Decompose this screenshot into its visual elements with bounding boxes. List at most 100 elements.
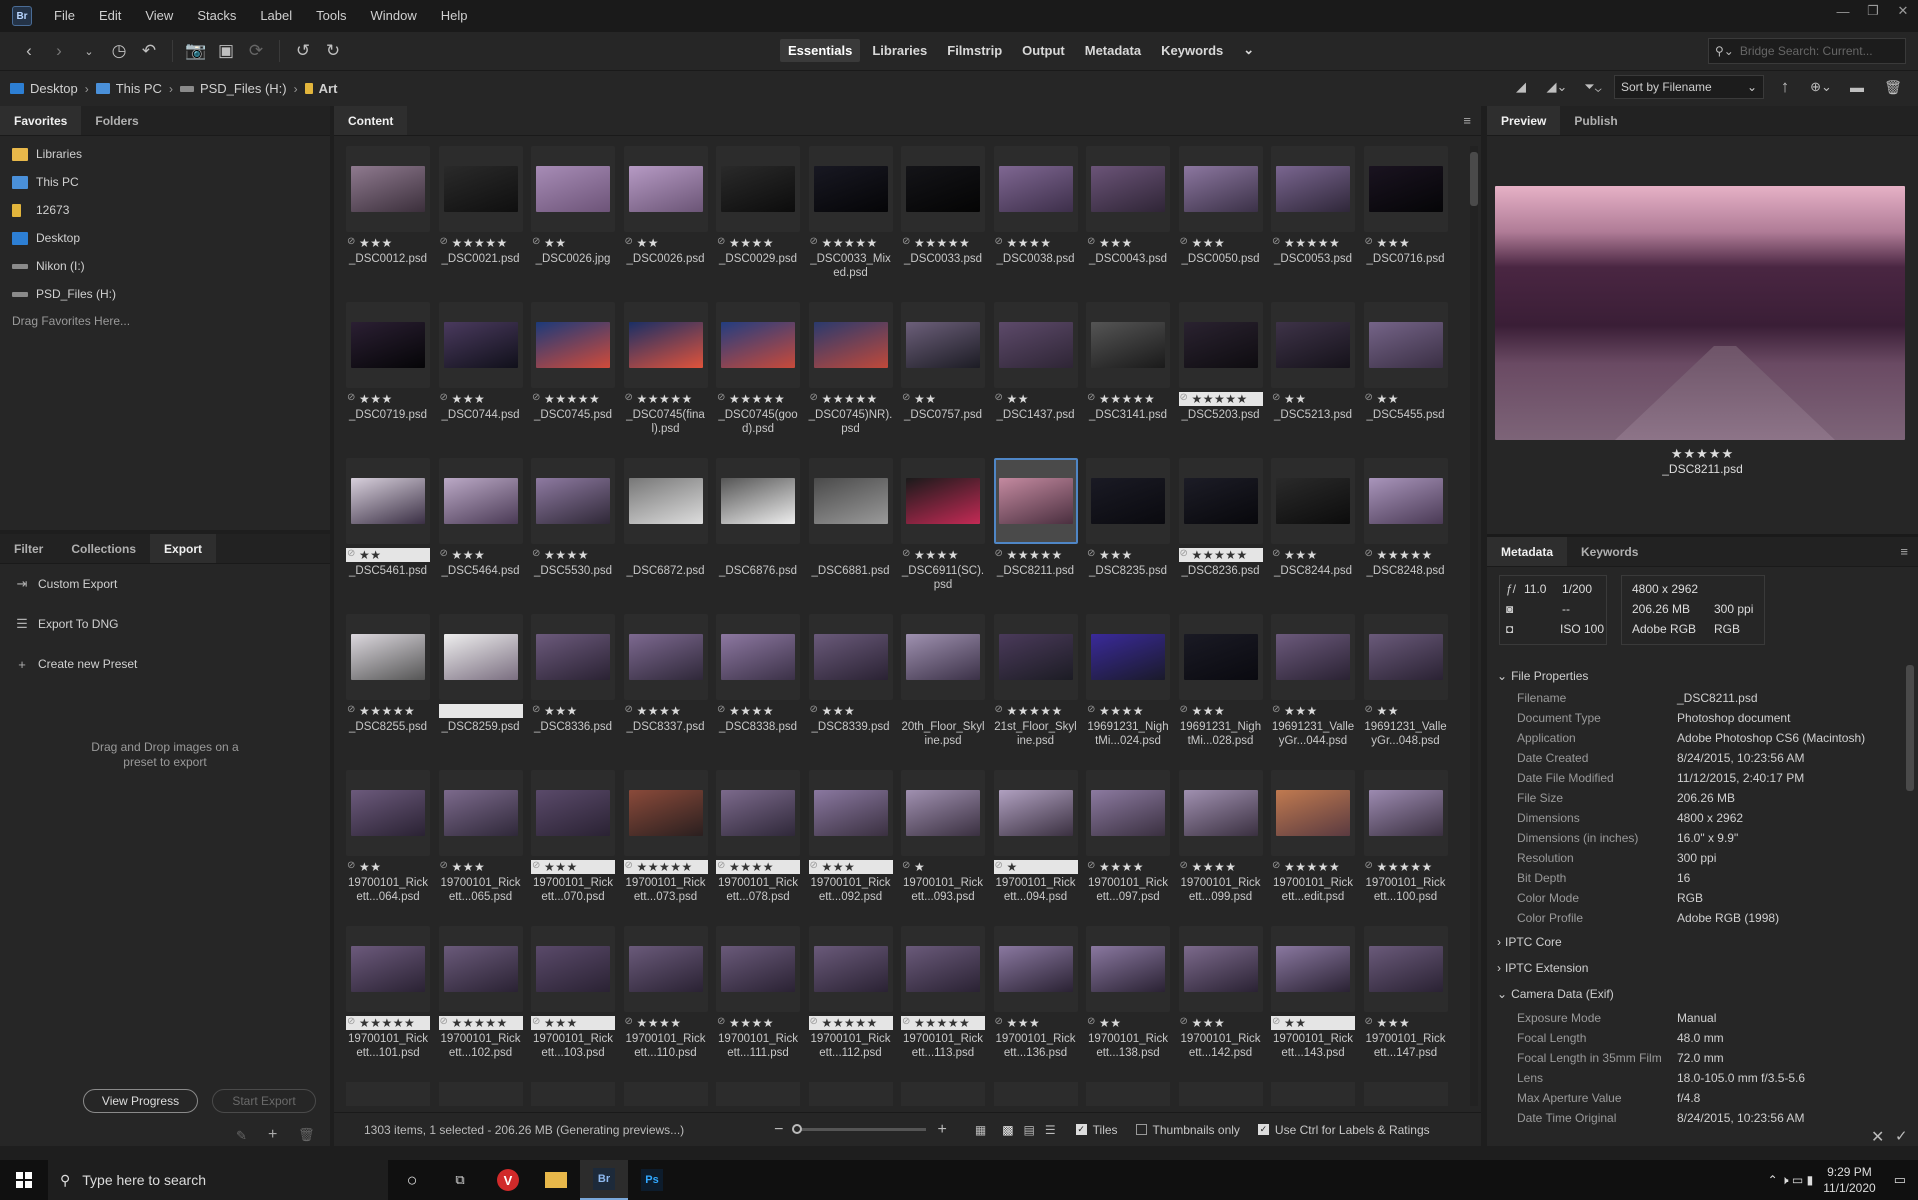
thumbnail-item[interactable]: ★★★★ ⊘ _DSC8337.psd — [623, 614, 712, 764]
thumbnail-image[interactable] — [346, 302, 430, 388]
new-folder-icon[interactable]: ▬ — [1845, 75, 1869, 99]
star-rating[interactable]: ★★★★ — [716, 860, 800, 874]
workspace-filmstrip[interactable]: Filmstrip — [939, 39, 1010, 62]
workspace-output[interactable]: Output — [1014, 39, 1073, 62]
star-rating[interactable]: ★ — [901, 860, 985, 874]
thumbnail-item[interactable] — [438, 1082, 523, 1106]
thumbnail-item[interactable]: ★★★★★ ⊘ _DSC0745.psd — [531, 302, 619, 452]
restore-icon[interactable]: ❐ — [1858, 0, 1888, 22]
reject-icon[interactable]: ⊘ — [995, 392, 1003, 403]
thumbnail-item[interactable]: ★★ ⊘ 19700101_Rickett...138.psd — [1086, 926, 1174, 1076]
star-rating[interactable]: ★★★ — [994, 1016, 1078, 1030]
star-rating[interactable]: ★★★★ — [716, 1016, 800, 1030]
filter-icon[interactable]: ⏷⌄ — [1581, 75, 1605, 99]
star-rating[interactable] — [901, 704, 985, 718]
reject-icon[interactable]: ⊘ — [995, 860, 1003, 871]
reject-icon[interactable]: ⊘ — [440, 392, 448, 403]
reject-icon[interactable]: ⊘ — [717, 704, 725, 715]
thumbnail-item[interactable]: ★★★★★ ⊘ 19700101_Rickett...102.psd — [438, 926, 527, 1076]
star-rating[interactable] — [809, 548, 893, 562]
thumbnail-item[interactable]: ★★★★ ⊘ 19700101_Rickett...099.psd — [1178, 770, 1267, 920]
preview-rating[interactable]: ★★★★★ — [1487, 446, 1918, 462]
thumbnail-item[interactable]: ★★★★ ⊘ 19700101_Rickett...078.psd — [716, 770, 804, 920]
thumbnail-item[interactable]: ★★★ ⊘ _DSC0012.psd — [346, 146, 434, 296]
thumbnail-item[interactable]: ★★★ ⊘ 19700101_Rickett...070.psd — [531, 770, 619, 920]
star-rating[interactable]: ★★★★ — [901, 548, 985, 562]
thumbnail-item[interactable]: ★★★★ ⊘ 19700101_Rickett...110.psd — [623, 926, 712, 1076]
thumbnail-item[interactable]: ★★★ ⊘ 19691231_ValleyGr...044.psd — [1271, 614, 1359, 764]
star-rating[interactable] — [716, 548, 800, 562]
preview-image[interactable] — [1495, 186, 1905, 440]
thumbnail-item[interactable]: ★★★ ⊘ 19700101_Rickett...136.psd — [993, 926, 1082, 1076]
view-list-icon[interactable]: ☰ — [1045, 1123, 1056, 1137]
reject-icon[interactable]: ⊘ — [1272, 860, 1280, 871]
open-with-icon[interactable]: ⊕⌄ — [1809, 75, 1833, 99]
file-explorer-icon[interactable] — [532, 1160, 580, 1200]
reject-icon[interactable]: ⊘ — [902, 392, 910, 403]
reject-icon[interactable]: ⊘ — [1087, 860, 1095, 871]
thumbnail-item[interactable]: ★★★★ ⊘ _DSC5530.psd — [531, 458, 619, 608]
thumbnail-item[interactable]: ★★★ ⊘ _DSC8235.psd — [1086, 458, 1174, 608]
reject-icon[interactable]: ⊘ — [995, 236, 1003, 247]
star-rating[interactable]: ★★★ — [1086, 236, 1170, 250]
bridge-logo-icon[interactable]: Br — [12, 6, 32, 26]
iptc-core-header[interactable]: › IPTC Core — [1497, 935, 1562, 949]
panel-menu-icon[interactable]: ≡ — [1890, 537, 1918, 566]
use-ctrl-checkbox[interactable]: ✓ Use Ctrl for Labels & Ratings — [1257, 1123, 1430, 1137]
thumbnail-image[interactable] — [1086, 146, 1170, 232]
thumbnail-image[interactable] — [1271, 614, 1355, 700]
reject-icon[interactable]: ⊘ — [717, 1016, 725, 1027]
return-icon[interactable]: ↶ — [137, 39, 161, 63]
thumbnail-item[interactable]: ★★★★★ ⊘ _DSC0053.psd — [1271, 146, 1359, 296]
thumbnail-item[interactable]: ★★★★★ ⊘ 19700101_Rickett...113.psd — [901, 926, 989, 1076]
star-rating[interactable]: ★★★ — [346, 236, 430, 250]
thumbnail-image[interactable] — [993, 302, 1078, 388]
view-progress-button[interactable]: View Progress — [83, 1089, 198, 1113]
thumbnail-image[interactable] — [993, 458, 1078, 544]
favorite-desktop[interactable]: Desktop — [0, 224, 330, 252]
thumbnail-image[interactable] — [1363, 770, 1448, 856]
menu-window[interactable]: Window — [359, 0, 429, 32]
windows-start-icon[interactable] — [0, 1160, 48, 1200]
content-scrollbar[interactable] — [1470, 146, 1478, 1106]
star-rating[interactable]: ★★★★★ — [1271, 236, 1355, 250]
thumbnail-image[interactable] — [1363, 146, 1448, 232]
thumbnail-image[interactable] — [346, 614, 430, 700]
reject-icon[interactable]: ⊘ — [440, 860, 448, 871]
reject-icon[interactable]: ⊘ — [810, 236, 818, 247]
menu-edit[interactable]: Edit — [87, 0, 133, 32]
reject-icon[interactable]: ⊘ — [995, 704, 1003, 715]
thumbnail-image[interactable] — [716, 458, 800, 544]
edit-icon[interactable]: ✎ — [236, 1128, 247, 1144]
thumbnail-item[interactable]: _DSC6876.psd — [716, 458, 804, 608]
reject-icon[interactable]: ⊘ — [1365, 392, 1373, 403]
photoshop-taskbar-icon[interactable]: Ps — [628, 1160, 676, 1200]
thumbnail-item[interactable] — [1271, 1082, 1355, 1106]
thumbnail-item[interactable]: ★★ ⊘ _DSC5213.psd — [1271, 302, 1359, 452]
reject-icon[interactable]: ⊘ — [1087, 236, 1095, 247]
thumbnail-image[interactable] — [346, 770, 430, 856]
star-rating[interactable]: ★★★★ — [716, 704, 800, 718]
thumbnail-image[interactable] — [993, 926, 1078, 1012]
reject-icon[interactable]: ⊘ — [1272, 236, 1280, 247]
reject-icon[interactable]: ⊘ — [902, 860, 910, 871]
thumbnail-item[interactable]: ★★★★★ ⊘ 19700101_Rickett...112.psd — [808, 926, 897, 1076]
reject-icon[interactable]: ⊘ — [1180, 236, 1188, 247]
star-rating[interactable]: ★★★ — [1271, 548, 1355, 562]
reject-icon[interactable]: ⊘ — [1272, 704, 1280, 715]
tab-content[interactable]: Content — [334, 106, 408, 135]
workspace-more-icon[interactable]: ⌄ — [1235, 38, 1262, 62]
thumbnail-item[interactable] — [1363, 1082, 1448, 1106]
thumbnail-image[interactable] — [346, 926, 430, 1012]
star-rating[interactable]: ★ — [993, 860, 1078, 874]
thumbnail-image[interactable] — [1178, 926, 1263, 1012]
zoom-in-icon[interactable]: + — [938, 1121, 947, 1139]
thumbnail-item[interactable]: ★★★ ⊘ _DSC8339.psd — [808, 614, 897, 764]
star-rating[interactable]: ★★★ — [531, 704, 615, 718]
cancel-icon[interactable]: ✕ — [1871, 1127, 1884, 1147]
breadcrumb-desktop[interactable]: Desktop — [10, 81, 78, 96]
reject-icon[interactable]: ⊘ — [440, 236, 448, 247]
quality-icon[interactable]: ◢ — [1509, 75, 1533, 99]
file-properties-header[interactable]: ⌄ File Properties — [1497, 669, 1588, 683]
thumbnail-image[interactable] — [1271, 770, 1355, 856]
